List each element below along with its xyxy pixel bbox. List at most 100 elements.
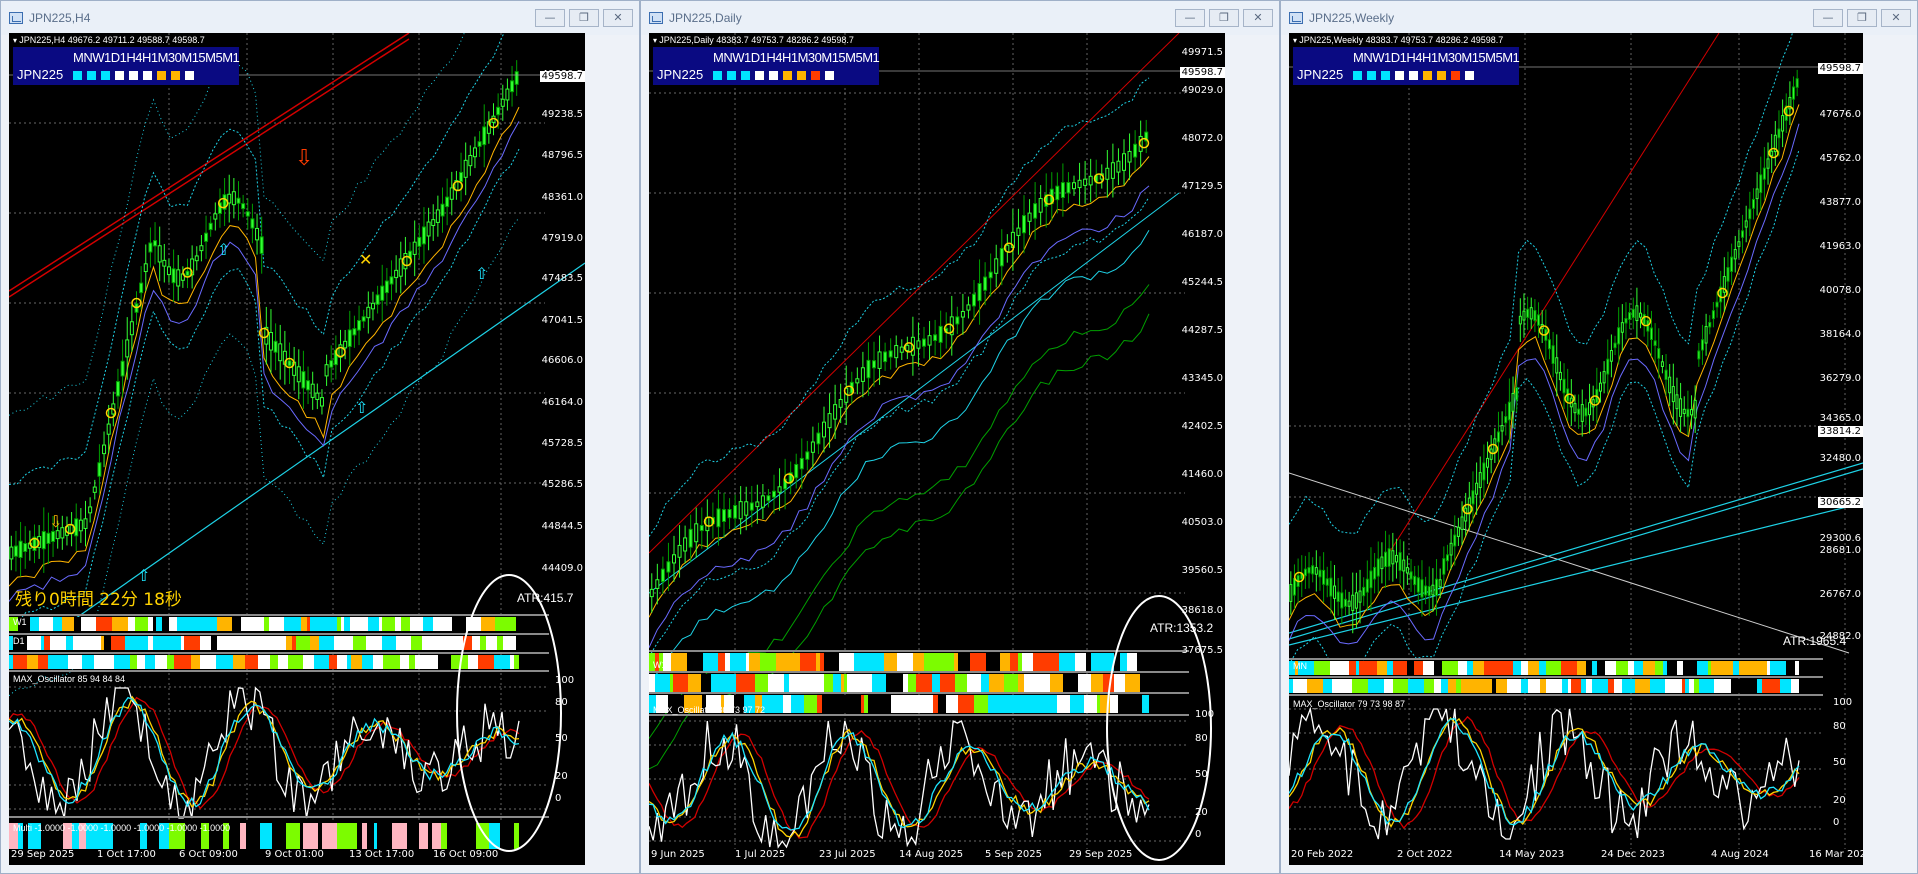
annotation-ellipse (456, 574, 562, 852)
signal-strip (341, 617, 344, 631)
signal-strip (1456, 679, 1461, 693)
oscillator-scale-label: 20 (555, 771, 568, 782)
signal-strip (224, 655, 233, 669)
candle-body (1507, 401, 1511, 421)
signal-strip (783, 695, 791, 713)
chart-window-weekly[interactable]: JPN225,Weekly — ❐ ✕ JPN225,Weekly 48383.… (1280, 0, 1918, 874)
price-chart[interactable]: JPN225,Weekly 48383.7 49753.7 48286.2 49… (1289, 33, 1863, 865)
signal-strip (988, 695, 996, 713)
signal-strip (1727, 661, 1733, 675)
strip-label-w1: W1 (653, 660, 667, 670)
candle-body (514, 71, 519, 85)
signal-strip (749, 653, 760, 671)
signal-strip (1323, 679, 1332, 693)
chart-canvas[interactable] (1289, 33, 1863, 865)
candle-body (994, 258, 999, 274)
candle-body (259, 236, 264, 254)
chart-canvas[interactable] (649, 33, 1225, 865)
signal-strip (411, 636, 422, 650)
trend-square (115, 71, 124, 80)
oscillator-scale-label: 50 (1195, 769, 1208, 780)
signal-strip (1078, 674, 1091, 692)
chart-window-h4[interactable]: JPN225,H4 — ❐ ✕ ⇩ ⇧ ⇧ ⇧ ⇧ ✕ ⇩ JPN225,H4 49676.… (0, 0, 640, 874)
minimize-button[interactable]: — (1175, 9, 1205, 27)
signal-strip (1307, 679, 1323, 693)
signal-strip (314, 655, 329, 669)
signal-strip (353, 636, 366, 650)
price-axis-label: 48072.0 (1181, 133, 1223, 144)
price-axis-label: 40078.0 (1819, 285, 1861, 296)
trend-square (755, 71, 764, 80)
signal-strip (382, 636, 396, 650)
candle-body (1504, 416, 1508, 424)
candle-body (157, 245, 162, 263)
candle-body (694, 523, 699, 543)
timeframe-badge: MNW1D1H4H1M30M15M5M1 JPN225 (13, 47, 240, 85)
candle-body (347, 329, 352, 347)
signal-strip (337, 655, 347, 669)
signal-strip (192, 617, 203, 631)
candle-body (296, 366, 301, 383)
price-axis-label: 47919.0 (541, 233, 583, 244)
signal-strip (74, 617, 81, 631)
price-chart[interactable]: ⇩ ⇧ ⇧ ⇧ ⇧ ✕ ⇩ JPN225,H4 49676.2 49711.2 49588.… (9, 33, 585, 865)
signal-strip (187, 655, 191, 669)
candle-body (496, 106, 501, 116)
restore-button[interactable]: ❐ (569, 9, 599, 27)
candle-body (1022, 215, 1026, 234)
close-button[interactable]: ✕ (1243, 9, 1273, 27)
signal-strip (1586, 679, 1592, 693)
signal-strip (804, 695, 817, 713)
signal-strip (1467, 661, 1473, 675)
candle-body (1679, 398, 1683, 417)
candle-body (449, 187, 454, 200)
candle-body (1733, 249, 1737, 260)
candle-body (1435, 578, 1439, 597)
signal-strip (38, 655, 48, 669)
multi-strip (419, 823, 428, 849)
signal-strip (1434, 661, 1442, 675)
signal-strip (1387, 661, 1393, 675)
close-button[interactable]: ✕ (1881, 9, 1911, 27)
signal-strip (688, 674, 701, 692)
trend-square (797, 71, 806, 80)
price-chart[interactable]: JPN225,Daily 48383.7 49753.7 48286.2 495… (649, 33, 1225, 865)
chart-window-daily[interactable]: JPN225,Daily — ❐ ✕ JPN225,Daily 48383.7 … (640, 0, 1280, 874)
candle-body (1744, 220, 1748, 228)
candle-body (1384, 551, 1388, 568)
window-titlebar[interactable]: JPN225,Weekly — ❐ ✕ (1281, 1, 1917, 35)
minimize-button[interactable]: — (535, 9, 565, 27)
signal-strip (135, 617, 148, 631)
signal-strip (924, 653, 939, 671)
signal-strip (1025, 695, 1032, 713)
signal-strip (802, 674, 812, 692)
signal-strip (1125, 674, 1140, 692)
signal-strip (44, 636, 50, 650)
minimize-button[interactable]: — (1813, 9, 1843, 27)
time-axis-label: 4 Aug 2024 (1711, 849, 1769, 860)
signal-strip (938, 695, 946, 713)
signal-strip (449, 617, 452, 631)
candle-body (660, 568, 665, 583)
chart-canvas[interactable]: ⇩ ⇧ ⇧ ⇧ ⇧ ✕ ⇩ (9, 33, 585, 865)
close-button[interactable]: ✕ (603, 9, 633, 27)
restore-button[interactable]: ❐ (1847, 9, 1877, 27)
time-axis-label: 2 Oct 2022 (1397, 849, 1453, 860)
signal-strip (351, 655, 362, 669)
candle-body (1482, 462, 1486, 481)
signal-strip (830, 695, 846, 713)
candle-body (1055, 185, 1060, 201)
multi-strip (353, 823, 357, 849)
signal-strip (1142, 695, 1149, 713)
signal-strip (703, 653, 718, 671)
trend-square (101, 71, 110, 80)
window-titlebar[interactable]: JPN225,Daily — ❐ ✕ (641, 1, 1279, 35)
signal-strip (177, 617, 192, 631)
candle-body (83, 518, 88, 529)
signal-strip (1479, 661, 1484, 675)
window-titlebar[interactable]: JPN225,H4 — ❐ ✕ (1, 1, 639, 35)
signal-strip (319, 636, 334, 650)
signal-strip (39, 617, 53, 631)
restore-button[interactable]: ❐ (1209, 9, 1239, 27)
signal-strip (1384, 679, 1393, 693)
